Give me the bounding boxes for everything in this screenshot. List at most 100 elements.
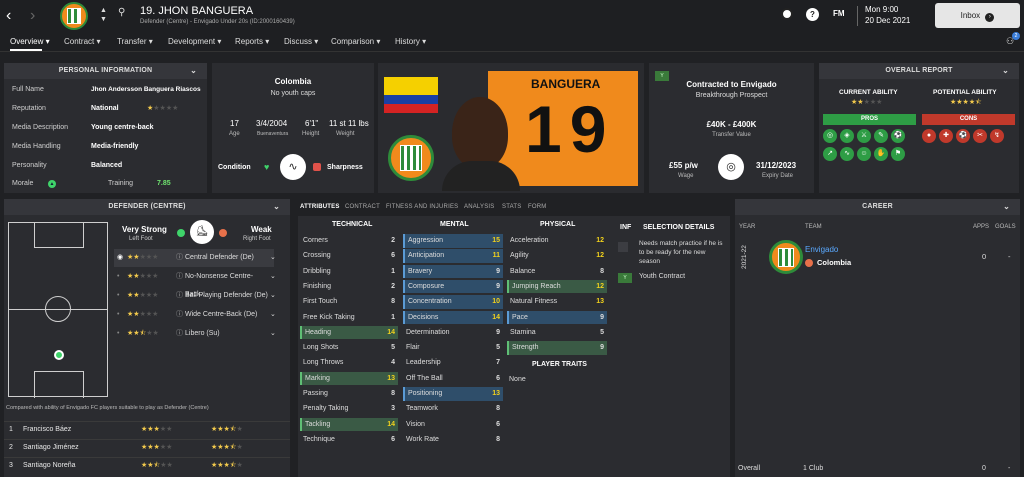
chevron-down-icon[interactable]: ⌄: [270, 306, 276, 324]
tab-fitness-and-injuries[interactable]: FITNESS AND INJURIES: [386, 204, 458, 210]
attribute-row[interactable]: Marking 13: [300, 371, 398, 386]
radio-icon[interactable]: •: [117, 268, 119, 286]
back-button[interactable]: ‹: [6, 7, 11, 25]
attribute-row[interactable]: Dribbling 1: [300, 265, 398, 279]
attribute-row[interactable]: Jumping Reach 12: [507, 279, 607, 294]
radio-selected-icon[interactable]: ◉: [117, 249, 123, 267]
ball-hit-icon[interactable]: ⚽: [891, 129, 905, 143]
tab-stats[interactable]: STATS: [502, 204, 521, 210]
attribute-row[interactable]: Corners 2: [300, 234, 398, 248]
tab-contract[interactable]: CONTRACT: [345, 204, 380, 210]
role-row[interactable]: • ★★★★★ ⓘ No-Nonsense Centre-Back... ⌄: [114, 268, 276, 298]
player-up-down-arrows[interactable]: ▲ ▼: [100, 6, 107, 24]
attribute-row[interactable]: Finishing 2: [300, 280, 398, 294]
attribute-row[interactable]: Positioning 13: [403, 387, 503, 401]
attribute-row[interactable]: Decisions 14: [403, 310, 503, 324]
attribute-row[interactable]: Crossing 6: [300, 249, 398, 263]
attribute-row[interactable]: Bravery 9: [403, 264, 503, 279]
flag-icon[interactable]: ⚑: [891, 147, 905, 161]
chevron-down-icon[interactable]: ⌄: [1002, 63, 1009, 79]
attribute-row[interactable]: Vision 6: [403, 418, 503, 432]
arrow-up-icon[interactable]: ↗: [823, 147, 837, 161]
comparison-row[interactable]: 2 Santiago Jiménez ★★★★★ ★★★⯪★: [4, 439, 290, 455]
chevron-down-icon[interactable]: ⌄: [270, 249, 276, 267]
attribute-row[interactable]: Agility 12: [507, 249, 607, 263]
career-team-link[interactable]: Envigado: [805, 245, 838, 254]
attribute-row[interactable]: Pace 9: [507, 310, 607, 324]
chevron-down-icon[interactable]: ⌄: [270, 268, 276, 286]
hand-icon[interactable]: ✋: [874, 147, 888, 161]
chevron-down-icon[interactable]: ⌄: [1003, 199, 1010, 215]
attribute-row[interactable]: Anticipation 11: [403, 249, 503, 263]
bomb-icon[interactable]: ●: [922, 129, 936, 143]
shield-icon[interactable]: ◈: [840, 129, 854, 143]
nav-comparison[interactable]: Comparison ▾: [331, 37, 380, 46]
role-row[interactable]: ◉ ★★★★★ ⓘ Central Defender (De) ⌄: [114, 249, 276, 267]
chevron-down-icon[interactable]: ⌄: [190, 63, 197, 79]
attribute-row[interactable]: Natural Fitness 13: [507, 295, 607, 309]
tab-attributes[interactable]: ATTRIBUTES: [300, 204, 340, 210]
inbox-button[interactable]: Inbox ›: [935, 3, 1020, 28]
nav-contract[interactable]: Contract ▾: [64, 37, 100, 46]
crosshair-icon[interactable]: ✚: [939, 129, 953, 143]
radio-icon[interactable]: •: [117, 306, 119, 324]
attribute-row[interactable]: Determination 9: [403, 326, 503, 340]
nav-development[interactable]: Development ▾: [168, 37, 221, 46]
whistle-icon[interactable]: ✂: [973, 129, 987, 143]
chevron-down-icon[interactable]: ⌄: [273, 199, 280, 215]
nav-reports[interactable]: Reports ▾: [235, 37, 269, 46]
nav-transfer[interactable]: Transfer ▾: [117, 37, 153, 46]
target-icon[interactable]: ◎: [823, 129, 837, 143]
attribute-row[interactable]: Leadership 7: [403, 356, 503, 370]
help-icon[interactable]: ?: [806, 8, 819, 21]
ball-icon[interactable]: [781, 8, 793, 20]
nav-history[interactable]: History ▾: [395, 37, 426, 46]
tackle-icon[interactable]: ⚔: [857, 129, 871, 143]
attribute-row[interactable]: First Touch 8: [300, 295, 398, 309]
forward-button[interactable]: ›: [30, 7, 35, 25]
chevron-down-icon[interactable]: ⌄: [270, 287, 276, 305]
attribute-row[interactable]: Penalty Taking 3: [300, 402, 398, 416]
chevron-down-icon[interactable]: ⌄: [270, 325, 276, 343]
search-icon[interactable]: ⚲: [118, 7, 125, 18]
attribute-row[interactable]: Long Shots 5: [300, 341, 398, 355]
attribute-row[interactable]: Concentration 10: [403, 295, 503, 309]
tab-form[interactable]: FORM: [528, 204, 546, 210]
nav-overview[interactable]: Overview ▾: [10, 37, 50, 51]
attribute-row[interactable]: Teamwork 8: [403, 402, 503, 416]
attribute-row[interactable]: Work Rate 8: [403, 433, 503, 447]
radio-icon[interactable]: •: [117, 287, 119, 305]
attribute-value: 8: [496, 435, 500, 443]
fm-menu[interactable]: FM: [833, 9, 845, 18]
nav-discuss[interactable]: Discuss ▾: [284, 37, 318, 46]
club-crest[interactable]: [60, 2, 88, 30]
attribute-row[interactable]: Aggression 15: [403, 234, 503, 248]
attribute-row[interactable]: Flair 5: [403, 341, 503, 355]
attribute-row[interactable]: Long Throws 4: [300, 356, 398, 370]
attribute-row[interactable]: Composure 9: [403, 279, 503, 294]
kick-icon[interactable]: ⚽: [956, 129, 970, 143]
comparison-row[interactable]: 1 Francisco Báez ★★★★★ ★★★⯪★: [4, 421, 290, 437]
role-row[interactable]: • ★★⯪★★ ⓘ Libero (Su) ⌄: [114, 325, 276, 343]
attribute-row[interactable]: Off The Ball 6: [403, 372, 503, 386]
notification-icon[interactable]: ⚇ 2: [1006, 32, 1020, 47]
attribute-row[interactable]: Balance 8: [507, 265, 607, 279]
tab-analysis[interactable]: ANALYSIS: [464, 204, 495, 210]
pulse-icon[interactable]: ∿: [840, 147, 854, 161]
boot-icon[interactable]: ✎: [874, 129, 888, 143]
comparison-row[interactable]: 3 Santiago Noreña ★★⯪★★ ★★★⯪★: [4, 457, 290, 473]
head-icon[interactable]: ☺: [857, 147, 871, 161]
attribute-row[interactable]: Stamina 5: [507, 326, 607, 340]
attribute-row[interactable]: Heading 14: [300, 325, 398, 340]
dribble-icon[interactable]: ↯: [990, 129, 1004, 143]
attribute-row[interactable]: Tackling 14: [300, 417, 398, 432]
role-row[interactable]: • ★★★★★ ⓘ Wide Centre-Back (De) ⌄: [114, 306, 276, 324]
attribute-row[interactable]: Technique 6: [300, 433, 398, 447]
attribute-row[interactable]: Free Kick Taking 1: [300, 311, 398, 325]
radio-icon[interactable]: •: [117, 325, 119, 343]
attribute-row[interactable]: Acceleration 12: [507, 234, 607, 248]
sub-navigation: Overview ▾ Contract ▾ Transfer ▾ Develop…: [0, 32, 1024, 52]
role-row[interactable]: • ★★★★★ ⓘ Ball Playing Defender (De) ⌄: [114, 287, 276, 305]
attribute-row[interactable]: Strength 9: [507, 341, 607, 355]
attribute-row[interactable]: Passing 8: [300, 387, 398, 401]
